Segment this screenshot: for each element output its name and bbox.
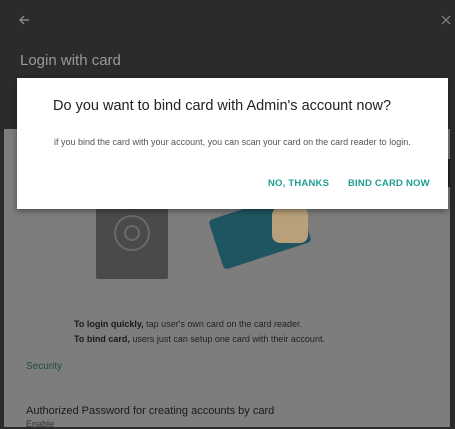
page-title: Login with card <box>20 52 121 69</box>
instruction-bind-text: users just can setup one card with their… <box>129 334 325 344</box>
section-header-security: Security <box>26 361 63 372</box>
instruction-line-bind: To bind card, users just can setup one c… <box>74 334 325 344</box>
hand-illustration <box>272 207 308 243</box>
instruction-bind-bold: To bind card, <box>74 334 130 344</box>
close-icon[interactable] <box>441 15 451 25</box>
dialog-title: Do you want to bind card with Admin's ac… <box>53 98 392 114</box>
login-with-card-screen: Login with card To login quickly, tap us… <box>0 0 455 429</box>
instruction-login-text: tap user's own card on the card reader. <box>143 319 302 329</box>
dialog-message: if you bind the card with your account, … <box>54 137 411 147</box>
bind-card-now-button[interactable]: BIND CARD NOW <box>348 178 430 189</box>
bind-card-dialog: Do you want to bind card with Admin's ac… <box>17 78 448 209</box>
arrow-left-icon[interactable] <box>17 13 31 27</box>
instruction-login-bold: To login quickly, <box>74 319 144 329</box>
instruction-line-login: To login quickly, tap user's own card on… <box>74 319 302 329</box>
setting-value: Enable <box>26 419 55 429</box>
setting-title: Authorized Password for creating account… <box>26 405 275 417</box>
nfc-wave-inner-icon <box>124 225 140 241</box>
no-thanks-button[interactable]: NO, THANKS <box>268 178 329 189</box>
